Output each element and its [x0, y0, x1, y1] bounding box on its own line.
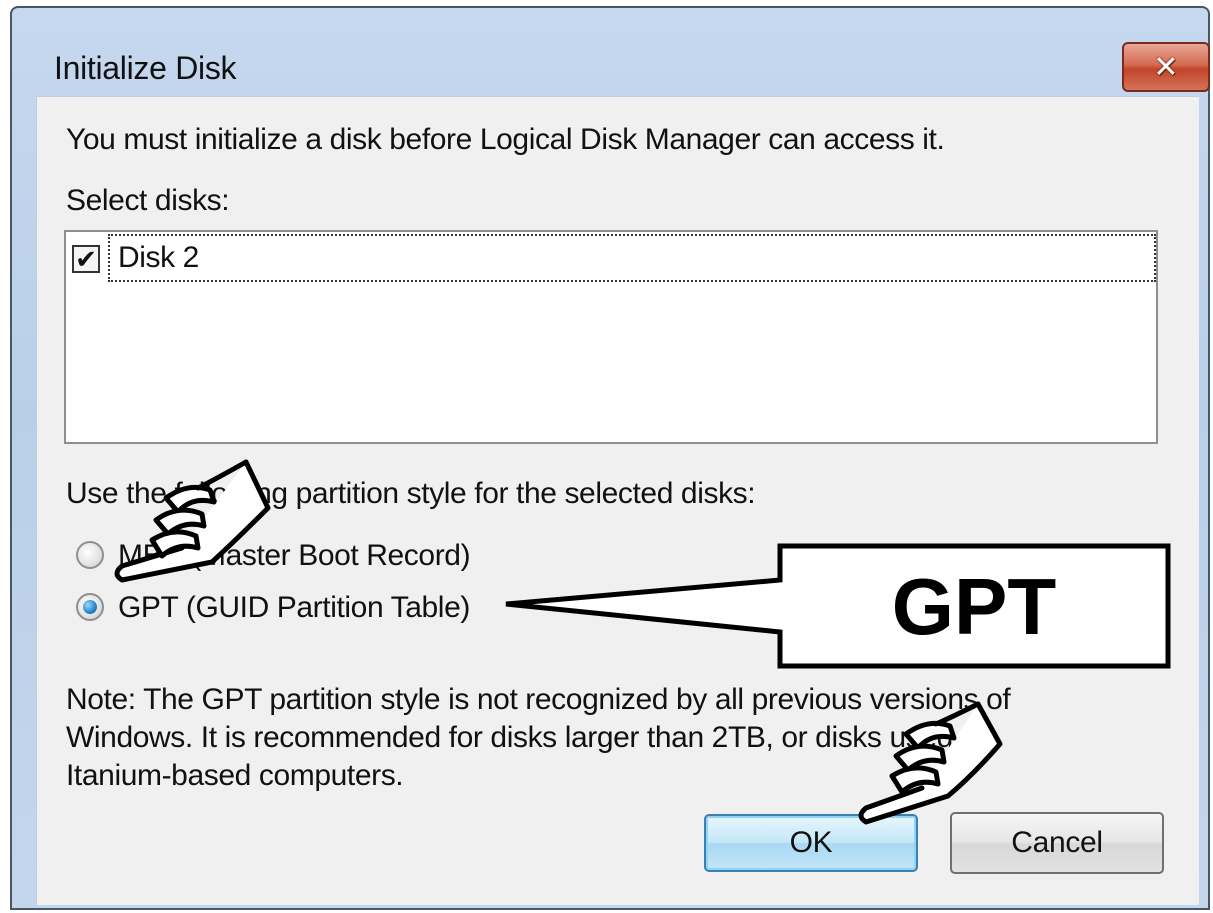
cancel-button[interactable]: Cancel — [950, 812, 1164, 874]
gpt-label[interactable]: GPT (GUID Partition Table) — [118, 590, 470, 626]
mbr-label[interactable]: MBR (Master Boot Record) — [118, 538, 471, 574]
close-button[interactable]: ✕ — [1122, 42, 1210, 92]
ok-button[interactable]: OK — [704, 814, 918, 872]
disk-2-checkbox[interactable]: ✔ — [72, 245, 100, 273]
note-line-2: Windows. It is recommended for disks lar… — [66, 721, 994, 754]
note-line-1: Note: The GPT partition style is not rec… — [66, 683, 1011, 716]
close-icon: ✕ — [1153, 50, 1179, 84]
list-item[interactable] — [108, 234, 1156, 282]
select-disks-label: Select disks: — [66, 184, 230, 217]
window-title: Initialize Disk — [54, 50, 237, 86]
partition-style-label: Use the following partition style for th… — [66, 477, 756, 510]
gpt-radio[interactable] — [76, 593, 104, 621]
checkmark-icon: ✔ — [75, 244, 97, 274]
disk-2-label: Disk 2 — [118, 241, 199, 274]
mbr-radio[interactable] — [76, 541, 104, 569]
note-line-3: Itanium-based computers. — [66, 759, 404, 792]
intro-text: You must initialize a disk before Logica… — [66, 123, 945, 156]
callout-text: GPT — [891, 562, 1057, 651]
